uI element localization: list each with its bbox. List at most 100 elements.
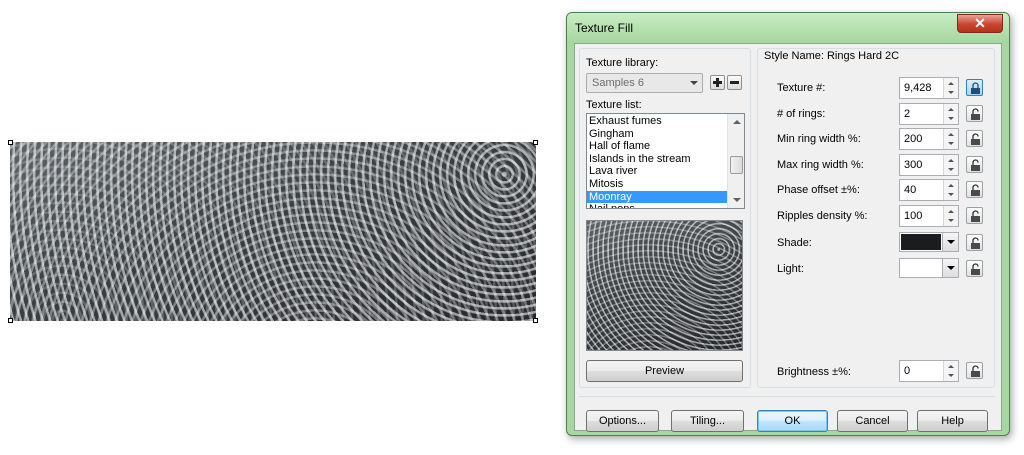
param-label: Max ring width %: xyxy=(777,158,864,171)
spin-down-icon[interactable] xyxy=(948,374,954,377)
param-value: 2 xyxy=(904,107,911,120)
ok-button[interactable]: OK xyxy=(757,410,828,432)
spin-buttons[interactable] xyxy=(943,129,958,149)
spin-down-icon[interactable] xyxy=(948,218,954,222)
param-spinbox[interactable]: 9,428 xyxy=(899,77,959,99)
locked-padlock-icon xyxy=(971,82,980,94)
selection-handle-top-right[interactable] xyxy=(533,140,538,145)
remove-library-button[interactable] xyxy=(727,75,742,90)
param-lock-button[interactable] xyxy=(966,155,983,173)
spin-buttons[interactable] xyxy=(943,180,958,200)
light-color-swatch xyxy=(901,260,941,276)
light-color-picker[interactable] xyxy=(899,258,959,278)
spin-buttons[interactable] xyxy=(943,205,958,226)
texture-list-item[interactable]: Mitosis xyxy=(587,178,744,191)
help-button[interactable]: Help xyxy=(917,410,988,432)
param-value: 300 xyxy=(904,158,923,171)
style-name-label: Style Name: Rings Hard 2C xyxy=(764,50,903,62)
brightness-spin-buttons[interactable] xyxy=(943,361,958,381)
button-row-separator xyxy=(579,396,995,397)
brightness-spinbox[interactable]: 0 xyxy=(899,360,959,382)
dialog-title: Texture Fill xyxy=(575,21,634,35)
texture-fill-dialog: Texture Fill ✕ Texture library: Samples … xyxy=(566,12,1010,436)
unlocked-padlock-icon xyxy=(971,107,980,120)
spin-up-icon[interactable] xyxy=(948,133,954,136)
spin-down-icon[interactable] xyxy=(948,142,954,145)
texture-list-item[interactable]: Islands in the stream xyxy=(587,153,744,166)
spin-up-icon[interactable] xyxy=(948,209,954,213)
param-spinbox[interactable]: 200 xyxy=(899,128,959,150)
param-spinbox[interactable]: 40 xyxy=(899,179,959,201)
texture-list-item[interactable]: Exhaust fumes xyxy=(587,115,744,128)
texture-list[interactable]: Exhaust fumes Gingham Hall of flame Islands… xyxy=(586,113,745,209)
texture-filled-rectangle[interactable] xyxy=(10,142,536,321)
light-label: Light: xyxy=(777,263,804,275)
dialog-client-area: Texture library: Samples 6 Texture list:… xyxy=(574,43,1002,432)
selection-handle-bottom-right[interactable] xyxy=(533,318,538,323)
tiling-button[interactable]: Tiling... xyxy=(671,410,744,432)
dialog-titlebar[interactable]: Texture Fill ✕ xyxy=(567,13,1009,41)
texture-library-value: Samples 6 xyxy=(592,77,644,89)
add-library-button[interactable] xyxy=(710,75,725,90)
close-button[interactable]: ✕ xyxy=(957,14,1003,33)
scroll-down-icon[interactable] xyxy=(733,198,741,202)
param-value: 100 xyxy=(904,209,923,222)
spin-down-icon[interactable] xyxy=(948,167,954,171)
param-label: Texture #: xyxy=(777,82,826,94)
spin-down-icon[interactable] xyxy=(948,91,954,94)
param-label: Ripples density %: xyxy=(777,209,868,222)
spin-up-icon[interactable] xyxy=(948,365,954,368)
texture-list-item[interactable]: Gingham xyxy=(587,128,744,141)
texture-preview-image xyxy=(586,220,743,351)
spin-buttons[interactable] xyxy=(943,154,958,175)
param-lock-button[interactable] xyxy=(966,130,983,147)
options-button[interactable]: Options... xyxy=(586,410,659,432)
selection-handle-bottom-left[interactable] xyxy=(8,318,13,323)
unlocked-padlock-icon xyxy=(971,158,980,171)
spin-up-icon[interactable] xyxy=(948,107,954,111)
texture-list-item[interactable]: Moonray xyxy=(587,190,744,204)
spin-up-icon[interactable] xyxy=(948,184,954,187)
texture-list-items: Exhaust fumes Gingham Hall of flame Islands… xyxy=(587,114,744,208)
scroll-up-icon[interactable] xyxy=(733,120,741,124)
shade-color-picker[interactable] xyxy=(899,232,959,252)
brightness-lock-button[interactable] xyxy=(966,362,983,379)
scroll-thumb[interactable] xyxy=(730,156,743,174)
param-value: 9,428 xyxy=(904,82,932,94)
texture-list-item[interactable]: Hall of flame xyxy=(587,140,744,153)
preview-button[interactable]: Preview xyxy=(586,360,743,382)
spin-buttons[interactable] xyxy=(943,103,958,124)
param-lock-button[interactable] xyxy=(966,181,983,198)
minus-icon xyxy=(730,81,739,84)
spin-up-icon[interactable] xyxy=(948,158,954,162)
unlocked-padlock-icon xyxy=(971,263,980,275)
chevron-down-icon[interactable] xyxy=(942,233,958,251)
texture-library-label: Texture library: xyxy=(586,57,659,69)
param-spinbox[interactable]: 2 xyxy=(899,102,959,125)
brightness-label: Brightness ±%: xyxy=(777,366,851,378)
selection-handle-top-left[interactable] xyxy=(8,140,13,145)
chevron-down-icon[interactable] xyxy=(942,259,958,277)
param-lock-button[interactable] xyxy=(966,79,983,96)
shade-label: Shade: xyxy=(777,237,812,249)
shade-color-swatch xyxy=(901,234,941,250)
param-spinbox[interactable]: 100 xyxy=(899,204,959,227)
param-spinbox[interactable]: 300 xyxy=(899,153,959,176)
cancel-button[interactable]: Cancel xyxy=(837,410,908,432)
spin-buttons[interactable] xyxy=(943,78,958,98)
param-value: 200 xyxy=(904,133,923,145)
texture-list-scrollbar[interactable] xyxy=(727,114,744,208)
unlocked-padlock-icon xyxy=(971,237,980,249)
spin-down-icon[interactable] xyxy=(948,116,954,120)
texture-list-item[interactable]: Lava river xyxy=(587,165,744,178)
spin-down-icon[interactable] xyxy=(948,193,954,196)
param-lock-button[interactable] xyxy=(966,104,983,122)
texture-list-item[interactable]: Nail pops xyxy=(587,203,744,208)
shade-lock-button[interactable] xyxy=(966,234,983,251)
light-lock-button[interactable] xyxy=(966,260,983,277)
param-label: # of rings: xyxy=(777,107,826,120)
param-lock-button[interactable] xyxy=(966,206,983,224)
texture-library-dropdown[interactable]: Samples 6 xyxy=(586,73,703,93)
unlocked-padlock-icon xyxy=(971,133,980,145)
spin-up-icon[interactable] xyxy=(948,82,954,85)
